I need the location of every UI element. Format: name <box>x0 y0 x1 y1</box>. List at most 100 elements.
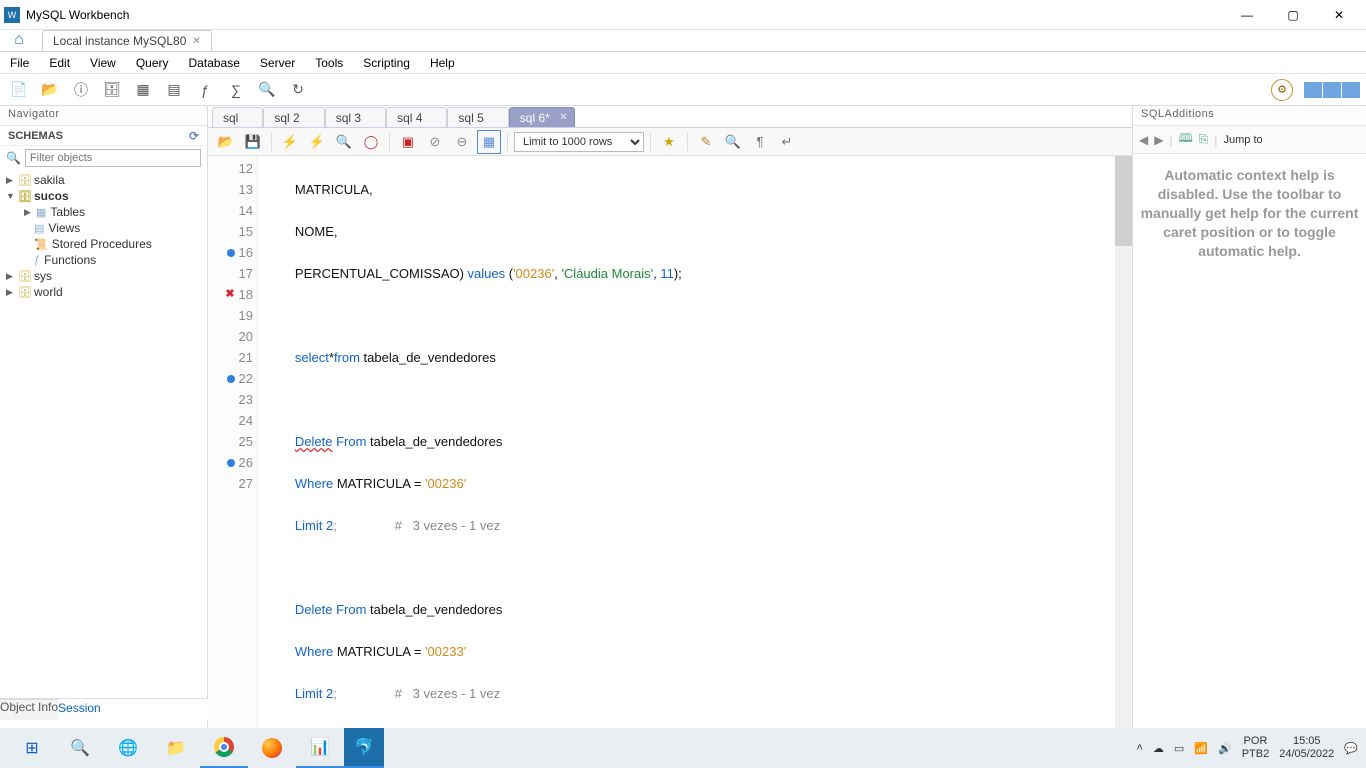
powerbi-icon[interactable]: 📊 <box>296 728 344 768</box>
execute-step-icon[interactable]: ⚡ <box>305 130 329 154</box>
sql-tab-6[interactable]: sql 6*✕ <box>509 107 575 127</box>
explain-icon[interactable]: 🔍 <box>332 130 356 154</box>
schemas-header: SCHEMAS <box>8 130 63 142</box>
jump-to-label: Jump to <box>1223 134 1262 146</box>
open-sql-button[interactable]: 📂 <box>37 77 63 103</box>
sql-tab-4[interactable]: sql 4 <box>386 107 447 127</box>
schema-sakila[interactable]: sakila <box>34 173 65 187</box>
find-icon[interactable]: 🔍 <box>721 130 745 154</box>
navigator-title: Navigator <box>0 106 207 126</box>
panel-layout-toggle[interactable] <box>1304 82 1360 98</box>
new-table-button[interactable]: ▦ <box>130 77 156 103</box>
node-sp[interactable]: Stored Procedures <box>52 237 152 251</box>
reconnect-button[interactable]: ↻ <box>285 77 311 103</box>
connection-tab-bar: ⌂ Local instance MySQL80 ✕ <box>0 30 1366 52</box>
menu-edit[interactable]: Edit <box>45 54 74 72</box>
close-button[interactable]: ✕ <box>1316 0 1362 30</box>
new-sp-button[interactable]: ƒ <box>192 77 218 103</box>
beautify-icon[interactable]: ✎ <box>694 130 718 154</box>
node-tables[interactable]: Tables <box>50 205 85 219</box>
tray-language[interactable]: PORPTB2 <box>1242 735 1270 760</box>
tray-notifications-icon[interactable]: 💬 <box>1344 742 1358 755</box>
window-title: MySQL Workbench <box>26 8 129 22</box>
schema-sucos[interactable]: sucos <box>34 189 69 203</box>
minimize-button[interactable]: — <box>1224 0 1270 30</box>
menu-query[interactable]: Query <box>132 54 173 72</box>
auto-help-icon[interactable]: ⎘ <box>1199 132 1209 147</box>
start-button[interactable]: ⊞ <box>8 728 56 768</box>
stop-icon[interactable]: ◯ <box>359 130 383 154</box>
settings-gear-icon[interactable]: ⚙ <box>1271 79 1293 101</box>
menu-tools[interactable]: Tools <box>311 54 347 72</box>
tray-volume-icon[interactable]: 🔊 <box>1218 742 1232 755</box>
search-table-button[interactable]: 🔍 <box>254 77 280 103</box>
editor-area: sql sql 2 sql 3 sql 4 sql 5 sql 6*✕ 📂 💾 … <box>208 106 1132 768</box>
connection-tab[interactable]: Local instance MySQL80 ✕ <box>42 30 212 51</box>
sql-tab-3[interactable]: sql 3 <box>325 107 386 127</box>
navigator-panel: Navigator SCHEMAS ⟳ 🔍 ▶🗄sakila ▼🗄sucos ▶… <box>0 106 208 768</box>
execute-icon[interactable]: ⚡ <box>278 130 302 154</box>
refresh-schemas-icon[interactable]: ⟳ <box>189 129 199 143</box>
favorite-icon[interactable]: ★ <box>657 130 681 154</box>
wrap-icon[interactable]: ¶ <box>748 130 772 154</box>
new-fn-button[interactable]: ∑ <box>223 77 249 103</box>
invisible-icon[interactable]: ↵ <box>775 130 799 154</box>
schema-sys[interactable]: sys <box>34 269 52 283</box>
menu-help[interactable]: Help <box>426 54 459 72</box>
filter-objects-input[interactable] <box>25 149 201 167</box>
editor-toolbar: 📂 💾 ⚡ ⚡ 🔍 ◯ ▣ ⊘ ⊖ ▦ Limit to 1000 rows ★… <box>208 128 1132 156</box>
schema-world[interactable]: world <box>34 285 63 299</box>
menu-scripting[interactable]: Scripting <box>359 54 414 72</box>
close-tab-icon[interactable]: ✕ <box>559 112 567 123</box>
new-view-button[interactable]: ▤ <box>161 77 187 103</box>
tray-clock[interactable]: 15:0524/05/2022 <box>1279 735 1334 760</box>
tab-session[interactable]: Session <box>58 699 101 720</box>
additions-body-text: Automatic context help is disabled. Use … <box>1133 154 1366 768</box>
chrome-icon[interactable] <box>200 728 248 768</box>
open-file-icon[interactable]: 📂 <box>214 130 238 154</box>
sql-tab-bar: sql sql 2 sql 3 sql 4 sql 5 sql 6*✕ <box>208 106 1132 128</box>
sql-tab-5[interactable]: sql 5 <box>447 107 508 127</box>
node-views[interactable]: Views <box>48 221 80 235</box>
autocommit-icon[interactable]: ⊖ <box>450 130 474 154</box>
toggle-icon[interactable]: ▦ <box>477 130 501 154</box>
save-file-icon[interactable]: 💾 <box>241 130 265 154</box>
tab-object-info[interactable]: Object Info <box>0 699 58 720</box>
rollback-icon[interactable]: ⊘ <box>423 130 447 154</box>
close-tab-icon[interactable]: ✕ <box>192 36 200 47</box>
additions-title: SQLAdditions <box>1133 106 1366 126</box>
home-button[interactable]: ⌂ <box>0 29 38 51</box>
windows-taskbar[interactable]: ⊞ 🔍 🌐 📁 📊 🐬 ˄ ☁ ▭ 📶 🔊 PORPTB2 15:0524/05… <box>0 728 1366 768</box>
menu-server[interactable]: Server <box>256 54 299 72</box>
editor-vertical-scrollbar[interactable] <box>1115 156 1132 768</box>
sql-additions-panel: SQLAdditions ◀ ▶ | 🕮 ⎘ | Jump to Automat… <box>1132 106 1366 768</box>
new-schema-button[interactable]: 🗄 <box>99 77 125 103</box>
manual-help-icon[interactable]: 🕮 <box>1179 129 1193 150</box>
nav-back-icon[interactable]: ◀ <box>1139 133 1148 147</box>
commit-icon[interactable]: ▣ <box>396 130 420 154</box>
firefox-icon[interactable] <box>248 728 296 768</box>
menu-database[interactable]: Database <box>185 54 244 72</box>
sql-tab-1[interactable]: sql <box>212 107 263 127</box>
tray-onedrive-icon[interactable]: ☁ <box>1153 742 1164 755</box>
schema-tree[interactable]: ▶🗄sakila ▼🗄sucos ▶▦Tables ▤Views 📜Stored… <box>0 170 207 768</box>
tray-wifi-icon[interactable]: 📶 <box>1194 742 1208 755</box>
tray-battery-icon[interactable]: ▭ <box>1174 742 1184 755</box>
nav-fwd-icon[interactable]: ▶ <box>1154 133 1163 147</box>
window-titlebar: W MySQL Workbench — ▢ ✕ <box>0 0 1366 30</box>
menu-file[interactable]: File <box>6 54 33 72</box>
code-editor[interactable]: MATRICULA, NOME, PERCENTUAL_COMISSAO) va… <box>258 156 1132 768</box>
sql-tab-2[interactable]: sql 2 <box>263 107 324 127</box>
inspector-button[interactable]: ⓘ <box>68 77 94 103</box>
menu-view[interactable]: View <box>86 54 120 72</box>
maximize-button[interactable]: ▢ <box>1270 0 1316 30</box>
explorer-icon[interactable]: 📁 <box>152 728 200 768</box>
search-button[interactable]: 🔍 <box>56 728 104 768</box>
row-limit-select[interactable]: Limit to 1000 rows <box>514 132 644 152</box>
new-sql-tab-button[interactable]: 📄 <box>6 77 32 103</box>
edge-icon[interactable]: 🌐 <box>104 728 152 768</box>
node-fn[interactable]: Functions <box>44 253 96 267</box>
tray-chevron-icon[interactable]: ˄ <box>1136 742 1142 754</box>
workbench-icon[interactable]: 🐬 <box>344 728 384 768</box>
main-toolbar: 📄 📂 ⓘ 🗄 ▦ ▤ ƒ ∑ 🔍 ↻ ⚙ <box>0 74 1366 106</box>
